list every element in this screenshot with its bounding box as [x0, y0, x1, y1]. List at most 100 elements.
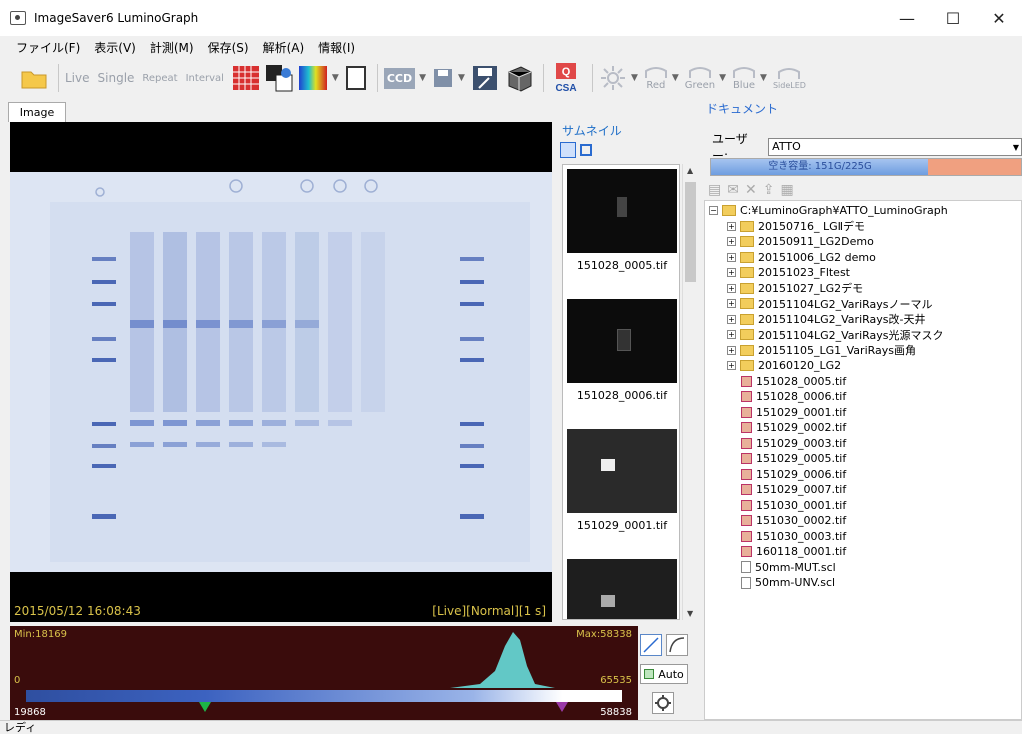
csa-button[interactable]: Q CSA: [550, 61, 582, 95]
save-dropdown-icon[interactable]: ▼: [458, 73, 465, 83]
menu-save[interactable]: 保存(S): [208, 39, 249, 56]
thumbnail-scrollbar[interactable]: ▲ ▼: [682, 164, 698, 620]
file-tree[interactable]: − C:¥LuminoGraph¥ATTO_LuminoGraph +2015071…: [704, 200, 1022, 720]
ccd-dropdown-icon[interactable]: ▼: [419, 73, 426, 83]
gamma-curve-button[interactable]: [666, 634, 688, 656]
contrast-gradient-bar[interactable]: [26, 690, 622, 702]
tree-expand-icon[interactable]: +: [727, 252, 736, 262]
maximize-button[interactable]: ☐: [930, 0, 976, 36]
scroll-thumb[interactable]: [685, 182, 696, 282]
tree-file[interactable]: 160118_0001.tif: [741, 544, 846, 559]
tree-folder[interactable]: +20151023_Fltest: [727, 265, 850, 280]
light-button[interactable]: [599, 61, 627, 95]
thumbnail-image: [567, 299, 677, 383]
tree-folder[interactable]: +20151105_LG1_VariRays画角: [727, 343, 916, 358]
tree-file[interactable]: 151029_0005.tif: [741, 451, 846, 466]
thumbnail-select-button[interactable]: [560, 142, 576, 158]
tree-expand-icon[interactable]: +: [727, 314, 736, 324]
user-select[interactable]: ATTO: [768, 138, 1022, 156]
delete-icon[interactable]: ✕: [745, 182, 757, 198]
live-button[interactable]: Live: [65, 71, 90, 85]
side-led-button[interactable]: SideLED: [773, 61, 806, 95]
tree-file[interactable]: 151030_0003.tif: [741, 529, 846, 544]
tree-root-folder[interactable]: − C:¥LuminoGraph¥ATTO_LuminoGraph: [709, 203, 948, 218]
repeat-button[interactable]: Repeat: [142, 73, 177, 84]
red-dropdown-icon[interactable]: ▼: [672, 73, 679, 83]
tree-folder[interactable]: +20151006_LG2 demo: [727, 250, 876, 265]
export-icon[interactable]: ⇪: [763, 182, 775, 198]
new-folder-icon[interactable]: ▤: [708, 182, 721, 198]
tree-file[interactable]: 151029_0001.tif: [741, 405, 846, 420]
move-icon[interactable]: ✉: [727, 182, 739, 198]
save-button[interactable]: [432, 61, 454, 95]
tree-expand-icon[interactable]: +: [727, 299, 736, 308]
thumbnail-frame-button[interactable]: [580, 144, 592, 156]
tree-file[interactable]: 151029_0003.tif: [741, 436, 846, 451]
low-level-handle[interactable]: [198, 702, 211, 712]
open-folder-button[interactable]: [20, 61, 48, 95]
tree-item-label: 20151104LG2_VariRays改-天井: [758, 313, 926, 326]
tree-file[interactable]: 151030_0002.tif: [741, 513, 846, 528]
thumbnail-item[interactable]: 151029_0001.tif: [563, 425, 679, 555]
menu-analysis[interactable]: 解析(A): [263, 39, 305, 56]
tree-folder[interactable]: +20151104LG2_VariRaysノーマル: [727, 296, 933, 311]
menu-file[interactable]: ファイル(F): [16, 39, 80, 56]
tree-expand-icon[interactable]: +: [727, 330, 736, 339]
tree-expand-icon[interactable]: +: [727, 237, 736, 246]
image-viewer[interactable]: 2015/05/12 16:08:43 [Live][Normal][1 s]: [10, 122, 552, 622]
scroll-up-icon[interactable]: ▲: [687, 166, 693, 175]
blue-dropdown-icon[interactable]: ▼: [760, 73, 767, 83]
tree-folder[interactable]: +20151104LG2_VariRays光源マスク: [727, 327, 944, 342]
high-level-handle[interactable]: [556, 702, 569, 712]
green-dropdown-icon[interactable]: ▼: [719, 73, 726, 83]
tree-file[interactable]: 151029_0006.tif: [741, 467, 846, 482]
scroll-down-icon[interactable]: ▼: [687, 609, 693, 618]
color-map-dropdown-icon[interactable]: ▼: [332, 73, 339, 83]
3d-view-button[interactable]: [503, 61, 533, 95]
tree-folder[interactable]: +20151104LG2_VariRays改-天井: [727, 312, 925, 327]
red-light-button[interactable]: Red: [644, 61, 668, 95]
tree-file[interactable]: 151030_0001.tif: [741, 498, 846, 513]
menu-info[interactable]: 情報(I): [318, 39, 355, 56]
thumbnail-item[interactable]: 151028_0006.tif: [563, 295, 679, 425]
color-map-button[interactable]: [298, 61, 328, 95]
menu-measure[interactable]: 計測(M): [150, 39, 194, 56]
grid-button[interactable]: [232, 61, 260, 95]
tree-expand-icon[interactable]: +: [727, 345, 736, 355]
tree-file[interactable]: 151028_0006.tif: [741, 389, 846, 404]
thumbnail-item[interactable]: [563, 555, 679, 619]
linear-curve-button[interactable]: [640, 634, 662, 656]
tree-file[interactable]: 151028_0005.tif: [741, 374, 846, 389]
tree-folder[interactable]: +20160120_LG2: [727, 358, 841, 373]
tree-file[interactable]: 50mm-MUT.scl: [741, 560, 836, 575]
tree-file[interactable]: 50mm-UNV.scl: [741, 575, 835, 590]
tree-file[interactable]: 151029_0007.tif: [741, 482, 846, 497]
tree-folder[interactable]: +20150716_ LGⅡデモ: [727, 219, 865, 234]
single-button[interactable]: Single: [98, 71, 135, 85]
tree-expand-icon[interactable]: +: [727, 283, 736, 293]
tree-expand-icon[interactable]: +: [727, 268, 736, 277]
ccd-button[interactable]: CCD: [383, 61, 416, 95]
thumbnail-list[interactable]: 151028_0005.tif 151028_0006.tif 151029_0…: [562, 164, 680, 620]
tree-expand-icon[interactable]: +: [727, 361, 736, 370]
tree-file[interactable]: 151029_0002.tif: [741, 420, 846, 435]
auto-contrast-button[interactable]: Auto: [640, 664, 688, 684]
tree-folder[interactable]: +20150911_LG2Demo: [727, 234, 874, 249]
thumbnail-item[interactable]: 151028_0005.tif: [563, 165, 679, 295]
menu-view[interactable]: 表示(V): [94, 39, 136, 56]
histogram-settings-button[interactable]: [652, 692, 674, 714]
blue-light-button[interactable]: Blue: [732, 61, 756, 95]
tree-expand-icon[interactable]: −: [709, 206, 718, 215]
tab-image[interactable]: Image: [8, 102, 66, 122]
properties-icon[interactable]: ▦: [780, 182, 793, 198]
light-dropdown-icon[interactable]: ▼: [631, 73, 638, 83]
tree-folder[interactable]: +20151027_LG2デモ: [727, 281, 863, 296]
green-light-button[interactable]: Green: [685, 61, 715, 95]
invert-button[interactable]: [264, 61, 294, 95]
close-button[interactable]: ✕: [976, 0, 1022, 36]
tree-expand-icon[interactable]: +: [727, 221, 736, 231]
interval-button[interactable]: Interval: [186, 73, 224, 84]
white-frame-button[interactable]: [345, 61, 367, 95]
save-as-button[interactable]: [471, 61, 499, 95]
minimize-button[interactable]: —: [884, 0, 930, 36]
